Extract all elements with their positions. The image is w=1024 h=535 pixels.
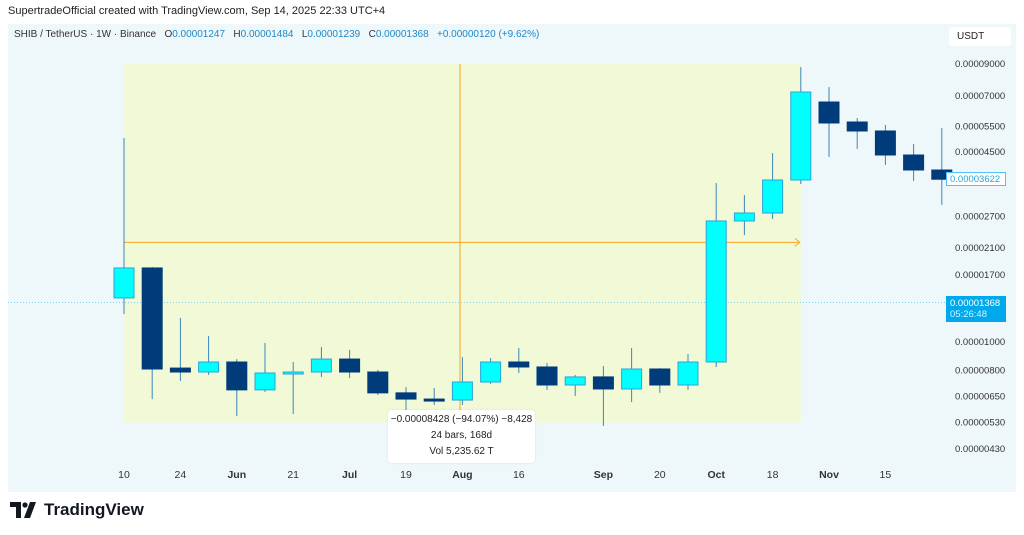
candle-body (677, 361, 699, 386)
tradingview-wordmark: TradingView (44, 500, 144, 519)
time-tick-label: 21 (287, 469, 299, 481)
tradingview-logo[interactable]: TradingView (10, 500, 144, 520)
tradingview-logo-icon (10, 502, 36, 518)
candle (931, 127, 953, 205)
bar-countdown: 05:26:48 (950, 309, 987, 320)
time-tick-label: Sep (594, 469, 613, 481)
candle (874, 124, 896, 165)
low-value: 0.00001239 (307, 29, 361, 40)
candle (367, 369, 389, 395)
candle-body (903, 154, 925, 171)
candle-body (310, 358, 332, 373)
candle-body (226, 361, 248, 391)
measure-volume: Vol 5,235.62 T (429, 446, 494, 457)
close-label: C (368, 29, 376, 40)
price-tick-label: 0.00007000 (955, 91, 1005, 102)
candle-body (141, 267, 163, 370)
candle-body (818, 101, 840, 124)
candle-body (649, 368, 671, 386)
time-tick-label: Jul (342, 469, 357, 481)
time-tick-label: 18 (767, 469, 779, 481)
time-tick-label: 10 (118, 469, 130, 481)
candle-body (621, 368, 643, 390)
current-price-value: 0.00001368 (950, 298, 1001, 309)
last-visible-price-label: 0.00003622 (946, 172, 1006, 186)
candle (903, 144, 925, 181)
time-tick-label: Jun (227, 469, 246, 481)
currency-unit-button[interactable]: USDT (949, 27, 1011, 46)
current-price-label: 0.00001368 05:26:48 (946, 296, 1006, 322)
candle-body (564, 376, 586, 386)
time-tick-label: Aug (452, 469, 472, 481)
high-label: H (233, 29, 241, 40)
price-tick-label: 0.00001700 (955, 270, 1005, 281)
candle-body (508, 361, 530, 368)
time-tick-label: 15 (880, 469, 892, 481)
close-value: 0.00001368 (375, 29, 429, 40)
change-value: +0.00000120 (+9.62%) (437, 29, 540, 40)
measure-bars: 24 bars, 168d (430, 430, 493, 441)
price-tick-label: 0.00000530 (955, 418, 1005, 429)
price-tick-label: 0.00005500 (955, 121, 1005, 132)
candle (846, 117, 868, 149)
open-value: 0.00001247 (172, 29, 226, 40)
time-tick-label: 24 (175, 469, 187, 481)
high-value: 0.00001484 (240, 29, 294, 40)
candle-body (254, 372, 276, 391)
candle-body (282, 371, 304, 375)
candle-body (339, 358, 361, 373)
candle-body (846, 121, 868, 132)
candle (480, 358, 502, 384)
time-tick-label: 19 (400, 469, 412, 481)
symbol-name[interactable]: SHIB / TetherUS · 1W · Binance (14, 29, 156, 40)
price-tick-label: 0.00001000 (955, 337, 1005, 348)
price-tick-label: 0.00002100 (955, 243, 1005, 254)
candle-body (592, 376, 614, 390)
candle-body (423, 398, 445, 402)
time-tick-label: Nov (819, 469, 839, 481)
candle-body (395, 392, 417, 400)
price-tick-label: 0.00004500 (955, 147, 1005, 158)
candle-body (762, 179, 784, 214)
candle-body (480, 361, 502, 383)
candle-body (874, 130, 896, 156)
price-tick-label: 0.00002700 (955, 211, 1005, 222)
candle-body (536, 366, 558, 386)
candle-body (451, 381, 473, 401)
time-tick-label: 20 (654, 469, 666, 481)
time-tick-label: 16 (513, 469, 525, 481)
candle-body (367, 371, 389, 394)
price-tick-label: 0.00000430 (955, 444, 1005, 455)
measure-change: −0.00008428 (−94.07%) −8,428 (390, 414, 533, 425)
candle-body (790, 91, 812, 181)
measure-tooltip: −0.00008428 (−94.07%) −8,428 24 bars, 16… (388, 410, 535, 463)
candle-body (169, 367, 191, 373)
candle-body (113, 267, 135, 299)
candle-body (198, 361, 220, 373)
price-tick-label: 0.00000650 (955, 392, 1005, 403)
price-tick-label: 0.00000800 (955, 365, 1005, 376)
candle-body (733, 212, 755, 222)
time-tick-label: Oct (707, 469, 725, 481)
price-tick-label: 0.00009000 (955, 59, 1005, 70)
symbol-legend: SHIB / TetherUS · 1W · Binance O0.000012… (14, 29, 539, 40)
candle-body (705, 220, 727, 363)
candle (818, 86, 840, 158)
